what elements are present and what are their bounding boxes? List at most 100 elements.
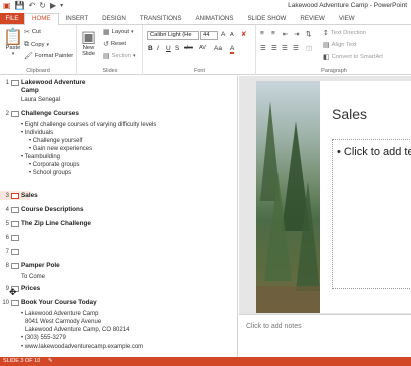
outline-bullet[interactable]: • School groups — [29, 169, 71, 177]
outline-bullet[interactable]: • Corporate groups — [29, 161, 79, 169]
slide-icon[interactable] — [11, 111, 19, 117]
scissors-icon: ✂ — [24, 28, 30, 36]
outline-slide-3[interactable]: 3 Sales — [0, 192, 38, 200]
outline-slide-7[interactable]: 7 — [0, 248, 21, 256]
justify-icon[interactable]: ☰ — [293, 44, 299, 52]
outline-slide-8[interactable]: 8 Pamper Pole — [0, 262, 60, 270]
slide-title[interactable]: Prices — [21, 285, 40, 293]
align-left-icon[interactable]: ☰ — [260, 44, 266, 52]
numbering-icon[interactable]: ≡ — [271, 30, 275, 37]
slide-title[interactable]: Challenge Courses — [21, 110, 79, 118]
slide-icon[interactable] — [11, 263, 19, 269]
decrease-indent-icon[interactable]: ⇤ — [283, 30, 288, 38]
outline-bullet[interactable]: • Teambuilding — [21, 153, 60, 161]
shrink-font-button[interactable]: A — [230, 32, 234, 38]
slide-icon[interactable] — [11, 235, 19, 241]
slide-title[interactable]: Book Your Course Today — [21, 299, 97, 307]
undo-icon[interactable]: ↶ — [29, 1, 36, 11]
convert-smartart-button[interactable]: ◧ Convert to SmartArt — [323, 53, 383, 61]
customize-qat-icon[interactable]: ▾ — [60, 1, 63, 11]
notes-icon[interactable]: ✎ — [48, 358, 53, 364]
outline-bullet[interactable]: • www.lakewoodadventurecamp.example.com — [21, 343, 143, 351]
grow-font-button[interactable]: A — [221, 31, 225, 38]
slide-canvas[interactable]: Sales • Click to add te — [256, 81, 411, 313]
outline-text-line[interactable]: Lakewood Adventure Camp, CO 80214 — [25, 326, 129, 334]
reset-button[interactable]: ↺ Reset — [103, 40, 126, 48]
outline-text-line[interactable]: Laura Senegal — [21, 96, 60, 104]
slide-icon[interactable] — [11, 221, 19, 227]
outline-slide-6[interactable]: 6 — [0, 234, 21, 242]
outline-pane[interactable]: 1 Lakewood Adventure Camp Laura Senegal 2… — [0, 76, 238, 357]
align-center-icon[interactable]: ☰ — [271, 44, 277, 52]
outline-bullet[interactable]: • Eight challenge courses of varying dif… — [21, 121, 156, 129]
italic-button[interactable]: I — [157, 45, 159, 52]
font-size-combo[interactable]: 44 — [200, 31, 218, 40]
section-button[interactable]: ▤ Section ▾ — [103, 52, 135, 60]
shadow-button[interactable]: S — [175, 45, 179, 52]
slide-icon[interactable] — [11, 300, 19, 306]
line-spacing-icon[interactable]: ⇅ — [306, 30, 311, 38]
outline-slide-9[interactable]: 9 Prices — [0, 285, 40, 293]
bold-button[interactable]: B — [148, 45, 153, 52]
slide-title[interactable]: The Zip Line Challenge — [21, 220, 91, 228]
outline-bullet[interactable]: • Gain new experiences — [29, 145, 92, 153]
save-icon[interactable]: 💾 — [15, 1, 25, 11]
slide-title[interactable]: Pamper Pole — [21, 262, 60, 270]
columns-icon[interactable]: ◫ — [306, 44, 312, 52]
font-name-combo[interactable]: Calibri Light (He — [147, 31, 199, 40]
slide-icon[interactable] — [11, 80, 19, 86]
tab-view[interactable]: VIEW — [332, 13, 362, 24]
slide-icon-selected[interactable] — [11, 193, 19, 199]
slide-title[interactable]: Course Descriptions — [21, 206, 84, 214]
notes-pane[interactable]: Click to add notes — [239, 314, 411, 357]
paste-icon: 📋 — [3, 27, 23, 46]
new-slide-button[interactable]: ▣ New Slide — [81, 29, 96, 58]
tab-design[interactable]: DESIGN — [95, 13, 133, 24]
align-right-icon[interactable]: ☰ — [282, 44, 288, 52]
outline-slide-10[interactable]: 10 Book Your Course Today — [0, 299, 97, 307]
outline-bullet[interactable]: • Challenge yourself — [29, 137, 82, 145]
outline-slide-4[interactable]: 4 Course Descriptions — [0, 206, 84, 214]
slide-title[interactable]: Sales — [21, 192, 38, 200]
outline-text-line[interactable]: To Come — [21, 273, 45, 281]
bullets-icon[interactable]: ≡ — [260, 30, 264, 37]
character-spacing-button[interactable]: AV — [199, 45, 206, 51]
cut-button[interactable]: ✂ Cut — [24, 28, 41, 36]
slide-title-placeholder[interactable]: Sales — [332, 106, 367, 122]
slide-photo[interactable] — [256, 81, 320, 313]
ribbon-tabs: FILE HOME INSERT DESIGN TRANSITIONS ANIM… — [0, 13, 411, 26]
outline-bullet[interactable]: • (303) 555-3279 — [21, 334, 66, 342]
underline-button[interactable]: U — [166, 45, 171, 52]
outline-bullet[interactable]: • Lakewood Adventure Camp — [21, 310, 98, 318]
paste-button[interactable]: 📋 Paste ▾ — [3, 27, 23, 58]
font-color-button[interactable]: A — [230, 45, 235, 54]
slide-icon[interactable] — [11, 249, 19, 255]
clear-formatting-icon[interactable]: ✘ — [241, 30, 246, 38]
format-painter-button[interactable]: 🖌 Format Painter — [24, 52, 73, 60]
content-placeholder[interactable]: • Click to add te — [332, 139, 411, 289]
tab-slide-show[interactable]: SLIDE SHOW — [241, 13, 294, 24]
slide-number: 7 — [5, 249, 9, 255]
redo-icon[interactable]: ↻ — [39, 1, 46, 11]
text-direction-button[interactable]: ↕ Text Direction — [323, 29, 366, 37]
align-text-icon: ▤ — [323, 41, 330, 49]
outline-slide-1[interactable]: 1 Lakewood Adventure Camp — [0, 79, 86, 95]
outline-slide-2[interactable]: 2 Challenge Courses — [0, 110, 79, 118]
slide-title[interactable]: Lakewood Adventure Camp — [21, 79, 85, 95]
align-text-button[interactable]: ▤ Align Text — [323, 41, 357, 49]
layout-button[interactable]: ▦ Layout ▾ — [103, 28, 134, 36]
outline-text-line[interactable]: 8041 West Carmody Avenue — [25, 318, 101, 326]
copy-button[interactable]: ⧉ Copy ▾ — [24, 40, 49, 49]
tab-insert[interactable]: INSERT — [59, 13, 96, 24]
increase-indent-icon[interactable]: ⇥ — [294, 30, 299, 38]
strikethrough-button[interactable]: abc — [184, 45, 193, 51]
tab-animations[interactable]: ANIMATIONS — [188, 13, 240, 24]
change-case-button[interactable]: Aa — [214, 45, 222, 52]
slide-icon[interactable] — [11, 207, 19, 213]
outline-bullet[interactable]: • Individuals — [21, 129, 53, 137]
tab-file[interactable]: FILE — [0, 13, 24, 24]
outline-slide-5[interactable]: 5 The Zip Line Challenge — [0, 220, 91, 228]
tab-review[interactable]: REVIEW — [293, 13, 331, 24]
tab-transitions[interactable]: TRANSITIONS — [133, 13, 189, 24]
start-from-beginning-icon[interactable]: ▶ — [50, 1, 56, 11]
